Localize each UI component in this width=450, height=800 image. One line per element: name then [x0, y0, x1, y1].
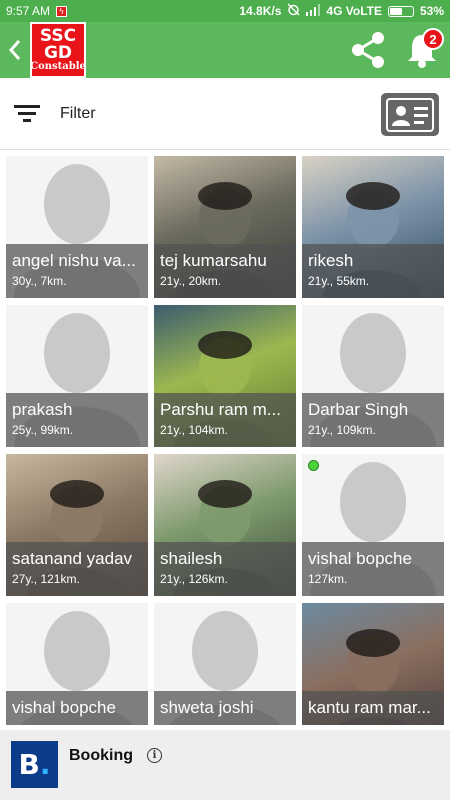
- booking-logo[interactable]: B.: [11, 741, 58, 788]
- profile-name: angel nishu va...: [12, 251, 136, 270]
- filter-lines-icon: [14, 104, 40, 122]
- back-button[interactable]: [0, 22, 30, 78]
- logo-line-2: GD: [43, 43, 73, 63]
- profile-caption: prakash 25y., 99km.: [6, 393, 148, 447]
- profile-caption: angel nishu va... 30y., 7km.: [6, 244, 148, 298]
- share-button[interactable]: [346, 28, 390, 72]
- profile-caption: vishal bopche: [6, 691, 148, 725]
- profile-card[interactable]: rikesh 21y., 55km.: [302, 156, 444, 298]
- booking-logo-dot: .: [39, 748, 51, 781]
- profile-age-distance: 25y., 99km.: [12, 423, 74, 437]
- profile-name: vishal bopche: [308, 549, 412, 568]
- profile-card[interactable]: angel nishu va... 30y., 7km.: [6, 156, 148, 298]
- profile-caption: vishal bopche 127km.: [302, 542, 444, 596]
- share-icon: [352, 32, 384, 68]
- profile-card[interactable]: shailesh 21y., 126km.: [154, 454, 296, 596]
- profile-card[interactable]: satanand yadav 27y., 121km.: [6, 454, 148, 596]
- online-status-dot: [308, 460, 319, 471]
- profile-caption: shweta joshi: [154, 691, 296, 725]
- booking-logo-letter: B: [18, 748, 40, 781]
- signal-icon: [306, 3, 321, 19]
- profile-name: satanand yadav: [12, 549, 133, 568]
- profile-caption: rikesh 21y., 55km.: [302, 244, 444, 298]
- notification-badge: 2: [422, 28, 444, 50]
- profile-card[interactable]: prakash 25y., 99km.: [6, 305, 148, 447]
- contact-card-view-button[interactable]: [381, 93, 439, 136]
- profile-caption: satanand yadav 27y., 121km.: [6, 542, 148, 596]
- profile-caption: Parshu ram m... 21y., 104km.: [154, 393, 296, 447]
- profile-name: shweta joshi: [160, 698, 254, 717]
- profile-caption: Darbar Singh 21y., 109km.: [302, 393, 444, 447]
- profile-age-distance: 127km.: [308, 572, 348, 586]
- profile-age-distance: 21y., 109km.: [308, 423, 376, 437]
- profile-card[interactable]: Parshu ram m... 21y., 104km.: [154, 305, 296, 447]
- profile-name: Darbar Singh: [308, 400, 409, 419]
- ad-banner[interactable]: B. Booking i: [0, 730, 450, 800]
- app-logo[interactable]: SSC GD Constable: [30, 22, 86, 78]
- profile-card[interactable]: vishal bopche: [6, 603, 148, 725]
- logo-line-3: Constable: [30, 61, 86, 72]
- profile-card[interactable]: shweta joshi: [154, 603, 296, 725]
- status-time: 9:57 AM: [6, 4, 51, 18]
- battery-icon: [387, 5, 414, 17]
- profile-age-distance: 21y., 126km.: [160, 572, 228, 586]
- profile-name: shailesh: [160, 549, 223, 568]
- profile-age-distance: 27y., 121km.: [12, 572, 80, 586]
- filter-button[interactable]: [14, 102, 42, 126]
- profile-age-distance: 30y., 7km.: [12, 274, 67, 288]
- notifications-button[interactable]: 2: [400, 28, 444, 72]
- filter-bar: Filter: [0, 78, 450, 150]
- status-bar: 9:57 AM ϟ 14.8K/s 4G VoLTE 53%: [0, 0, 450, 22]
- profile-name: prakash: [12, 400, 73, 419]
- ad-title[interactable]: Booking: [69, 747, 133, 765]
- profile-age-distance: 21y., 104km.: [160, 423, 228, 437]
- network-type: 4G VoLTE: [326, 4, 382, 18]
- profile-name: Parshu ram m...: [160, 400, 281, 419]
- profile-card[interactable]: tej kumarsahu 21y., 20km.: [154, 156, 296, 298]
- network-speed: 14.8K/s: [239, 4, 282, 18]
- info-icon[interactable]: i: [147, 748, 162, 763]
- profile-age-distance: 21y., 20km.: [160, 274, 222, 288]
- flash-notification-icon: ϟ: [56, 5, 68, 17]
- battery-level: 53%: [419, 4, 444, 18]
- profile-card[interactable]: kantu ram mar...: [302, 603, 444, 725]
- profile-card[interactable]: vishal bopche 127km.: [302, 454, 444, 596]
- alarm-mute-icon: [287, 3, 300, 19]
- profile-name: tej kumarsahu: [160, 251, 267, 270]
- app-bar: SSC GD Constable 2: [0, 22, 450, 78]
- profile-age-distance: 21y., 55km.: [308, 274, 370, 288]
- profile-caption: tej kumarsahu 21y., 20km.: [154, 244, 296, 298]
- chevron-left-icon: [8, 40, 21, 60]
- profile-name: rikesh: [308, 251, 354, 270]
- profile-grid: angel nishu va... 30y., 7km. tej kumarsahu…: [0, 150, 450, 725]
- profile-caption: shailesh 21y., 126km.: [154, 542, 296, 596]
- profile-caption: kantu ram mar...: [302, 691, 444, 725]
- profile-name: vishal bopche: [12, 698, 116, 717]
- contact-card-icon: [386, 97, 434, 132]
- filter-label[interactable]: Filter: [60, 105, 96, 123]
- profile-card[interactable]: Darbar Singh 21y., 109km.: [302, 305, 444, 447]
- profile-name: kantu ram mar...: [308, 698, 431, 717]
